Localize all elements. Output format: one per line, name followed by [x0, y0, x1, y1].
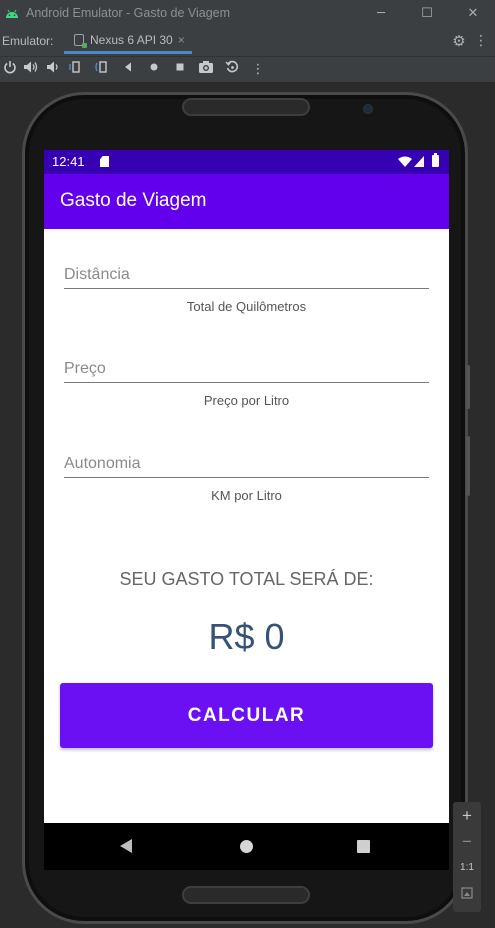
minimize-icon: ─ — [377, 5, 385, 21]
app-title: Gasto de Viagem — [60, 190, 207, 211]
bottom-speaker — [182, 886, 310, 904]
autonomy-input[interactable]: Autonomia — [64, 451, 429, 477]
device-icon — [74, 33, 87, 48]
tab-nexus-6[interactable]: Nexus 6 API 30 × — [64, 28, 192, 54]
more-icon[interactable]: ⋮ — [248, 60, 268, 80]
status-time: 12:41 — [52, 154, 85, 169]
nav-recents-icon[interactable] — [357, 840, 370, 853]
close-window-button[interactable]: ✕ — [450, 0, 495, 26]
android-icon — [4, 6, 20, 20]
zoom-panel: + − 1:1 — [453, 802, 481, 912]
maximize-icon: ☐ — [421, 5, 433, 21]
minimize-button[interactable]: ─ — [358, 0, 404, 26]
kebab-menu-icon[interactable]: ⋮ — [474, 32, 488, 50]
distance-caption: Total de Quilômetros — [186, 299, 307, 314]
zoom-one-to-one[interactable]: 1:1 — [453, 862, 481, 873]
volume-down-icon[interactable] — [43, 60, 63, 80]
total-value: R$ 0 — [208, 616, 285, 657]
volume-up-icon[interactable] — [21, 60, 41, 80]
home-icon[interactable] — [144, 60, 164, 80]
emulator-label: Emulator: — [2, 34, 54, 48]
zoom-out-icon[interactable]: − — [453, 832, 481, 852]
window-title: Android Emulator - Gasto de Viagem — [26, 6, 231, 20]
close-icon: ✕ — [467, 5, 479, 21]
power-side-button[interactable] — [466, 436, 470, 496]
power-icon[interactable] — [0, 60, 20, 80]
autonomy-field[interactable]: Autonomia — [64, 451, 429, 478]
total-label: SEU GASTO TOTAL SERÁ DE: — [119, 569, 374, 589]
sd-card-icon — [100, 156, 109, 167]
tab-close-icon[interactable]: × — [178, 33, 185, 47]
price-underline — [64, 382, 429, 383]
price-caption: Preço por Litro — [203, 393, 290, 408]
maximize-button[interactable]: ☐ — [404, 0, 450, 26]
phone-screen: 12:41 Gasto de Viagem Distância Total de… — [44, 150, 449, 823]
price-input[interactable]: Preço — [64, 356, 429, 382]
battery-icon — [432, 153, 439, 167]
wifi-icon — [398, 156, 412, 167]
back-icon[interactable] — [118, 60, 138, 80]
autonomy-caption: KM por Litro — [211, 488, 282, 503]
rotate-right-icon[interactable] — [92, 60, 112, 80]
snapshot-icon[interactable] — [222, 60, 242, 80]
app-bar: Gasto de Viagem — [44, 174, 449, 229]
distance-underline — [64, 288, 429, 289]
front-camera — [363, 104, 373, 114]
autonomy-underline — [64, 477, 429, 478]
rotate-left-icon[interactable] — [66, 60, 86, 80]
fit-screen-icon[interactable] — [453, 886, 481, 900]
overview-icon[interactable] — [170, 60, 190, 80]
nav-back-icon[interactable] — [120, 839, 132, 853]
nav-bar — [44, 823, 449, 870]
nav-home-icon[interactable] — [240, 840, 253, 853]
top-speaker — [182, 98, 310, 116]
calculate-button[interactable]: CALCULAR — [60, 683, 433, 748]
zoom-in-icon[interactable]: + — [453, 806, 481, 826]
screenshot-icon[interactable] — [196, 60, 216, 80]
price-field[interactable]: Preço — [64, 356, 429, 383]
status-bar: 12:41 — [44, 150, 449, 174]
emulator-toolbar: ⋮ — [0, 56, 495, 82]
gear-icon[interactable]: ⚙ — [450, 32, 468, 50]
signal-icon — [414, 156, 424, 167]
distance-field[interactable]: Distância — [64, 262, 429, 289]
distance-input[interactable]: Distância — [64, 262, 429, 288]
tab-label: Nexus 6 API 30 — [90, 32, 173, 47]
volume-button[interactable] — [466, 365, 470, 409]
